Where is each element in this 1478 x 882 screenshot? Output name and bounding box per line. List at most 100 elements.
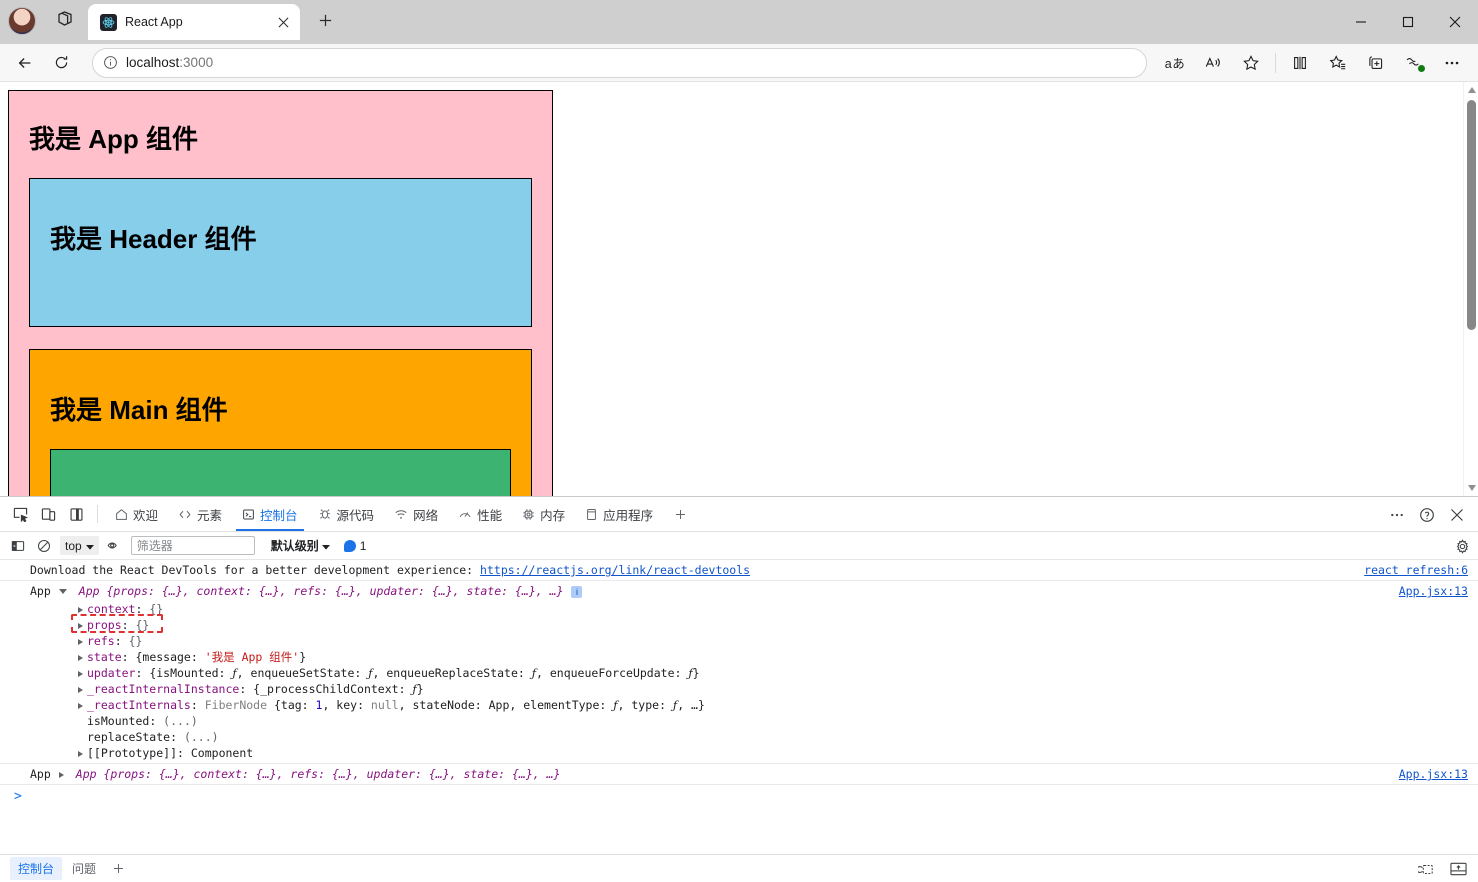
app-component-title: 我是 App 组件 (29, 119, 532, 156)
tab-console-label: 控制台 (260, 505, 298, 524)
scroll-up-arrow-icon[interactable] (1464, 82, 1478, 98)
tab-console[interactable]: 控制台 (232, 497, 308, 531)
tabbar-divider (97, 505, 98, 523)
scrollbar-thumb[interactable] (1467, 100, 1476, 330)
add-drawer-tab-icon[interactable] (106, 858, 130, 880)
property-row-context[interactable]: context: {} (30, 601, 1470, 617)
tab-network[interactable]: 网络 (384, 497, 448, 531)
property-row-react-internal-instance[interactable]: _reactInternalInstance: {_processChildCo… (30, 681, 1470, 697)
reload-icon[interactable] (44, 48, 78, 78)
source-link-app-jsx[interactable]: App.jsx:13 (1399, 766, 1468, 782)
log-label: App (30, 583, 51, 599)
property-row-prototype[interactable]: [[Prototype]]: Component (30, 745, 1470, 761)
drawer-toggle-icon[interactable] (1446, 858, 1470, 880)
tab-welcome[interactable]: 欢迎 (105, 497, 168, 531)
page-scrollbar[interactable] (1463, 82, 1478, 496)
more-options-icon[interactable] (1382, 500, 1412, 530)
application-box-icon (585, 508, 598, 521)
devtools-tabbar-right (1382, 497, 1478, 532)
property-row-updater[interactable]: updater: {isMounted: ƒ, enqueueSetState:… (30, 665, 1470, 681)
console-filter-input[interactable] (131, 536, 255, 555)
tab-application[interactable]: 应用程序 (575, 497, 663, 531)
log-label: App (30, 766, 51, 782)
back-arrow-icon[interactable] (8, 48, 42, 78)
property-value: (...) (163, 714, 198, 728)
expand-arrow-icon (78, 607, 83, 613)
expand-toggle-icon[interactable] (59, 583, 71, 599)
property-string-value: '我是 App 组件' (205, 650, 299, 664)
expand-arrow-icon (78, 655, 83, 661)
console-message-react-devtools[interactable]: Download the React DevTools for a better… (0, 560, 1478, 581)
property-row-is-mounted[interactable]: isMounted: (...) (30, 713, 1470, 729)
devtools-panel: 欢迎 元素 控制台 (0, 496, 1478, 882)
log-group-header[interactable]: App App {props: {…}, context: {…}, refs:… (30, 766, 1470, 782)
favorite-star-icon[interactable] (1233, 48, 1269, 78)
property-row-state[interactable]: state: {message: '我是 App 组件'} (30, 649, 1470, 665)
drawer-tab-console[interactable]: 控制台 (10, 857, 62, 880)
browser-tab[interactable]: React App (88, 4, 300, 40)
drawer-tab-issues[interactable]: 问题 (64, 857, 104, 880)
browser-essentials-icon[interactable] (1358, 48, 1394, 78)
execution-context-value: top (65, 539, 82, 553)
address-bar[interactable]: localhost:3000 (92, 48, 1147, 78)
tab-elements[interactable]: 元素 (168, 497, 232, 531)
property-key: context (87, 602, 135, 616)
issues-badge[interactable]: 1 (344, 539, 367, 553)
read-aloud-language-icon[interactable]: aあ (1157, 48, 1193, 78)
property-row-react-internals[interactable]: _reactInternals: FiberNode {tag: 1, key:… (30, 697, 1470, 713)
read-aloud-icon[interactable] (1195, 48, 1231, 78)
console-log-app-collapsed[interactable]: App App {props: {…}, context: {…}, refs:… (0, 764, 1478, 785)
console-prompt[interactable]: > (0, 785, 1478, 808)
react-devtools-link[interactable]: https://reactjs.org/link/react-devtools (480, 563, 750, 577)
devtools-tabbar: 欢迎 元素 控制台 (0, 497, 1478, 532)
collections-icon[interactable] (1320, 48, 1356, 78)
log-group-header[interactable]: App App {props: {…}, context: {…}, refs:… (30, 583, 1470, 599)
minimize-icon[interactable] (1337, 0, 1384, 44)
settings-gear-icon[interactable] (1452, 536, 1472, 556)
device-toolbar-icon[interactable] (34, 500, 62, 528)
inspect-element-icon[interactable] (6, 500, 34, 528)
tab-memory[interactable]: 内存 (512, 497, 575, 531)
expand-toggle-icon[interactable] (59, 766, 68, 782)
avatar[interactable] (8, 7, 36, 35)
expand-arrow-icon (78, 751, 83, 757)
console-log-app-expanded[interactable]: App App {props: {…}, context: {…}, refs:… (0, 581, 1478, 764)
property-row-props[interactable]: props: {} (30, 617, 1470, 633)
close-tab-icon[interactable] (272, 11, 294, 33)
log-level-select[interactable]: 默认级别 (271, 537, 330, 554)
site-info-icon[interactable] (103, 55, 118, 70)
browser-toolbar: localhost:3000 aあ (0, 44, 1478, 82)
tab-performance[interactable]: 性能 (448, 497, 512, 531)
shield-protection-icon[interactable] (1396, 48, 1432, 78)
close-icon[interactable] (1431, 0, 1478, 44)
tab-memory-label: 内存 (540, 505, 565, 524)
settings-more-icon[interactable] (1434, 48, 1470, 78)
property-value: {} (149, 602, 163, 616)
scroll-down-arrow-icon[interactable] (1464, 480, 1478, 496)
source-link-app-jsx[interactable]: App.jsx:13 (1399, 583, 1468, 599)
property-key: refs (87, 634, 115, 648)
tab-sources[interactable]: 源代码 (308, 497, 385, 531)
property-key: _reactInternalInstance (87, 682, 239, 696)
add-panel-icon[interactable] (667, 501, 693, 527)
clear-console-icon[interactable] (34, 536, 54, 556)
execution-context-select[interactable]: top (60, 536, 99, 555)
help-question-icon[interactable] (1412, 500, 1442, 530)
console-output[interactable]: Download the React DevTools for a better… (0, 560, 1478, 854)
console-sidebar-icon[interactable] (8, 536, 28, 556)
page-content: 我是 App 组件 我是 Header 组件 我是 Main 组件 我是 Ban… (0, 82, 1463, 496)
split-screen-icon[interactable] (1282, 48, 1318, 78)
network-conditions-icon[interactable] (1414, 858, 1438, 880)
source-link-react-refresh[interactable]: react refresh:6 (1364, 562, 1468, 578)
property-row-replace-state[interactable]: replaceState: (...) (30, 729, 1470, 745)
tab-application-label: 应用程序 (603, 505, 653, 524)
new-tab-button[interactable] (310, 6, 340, 36)
tab-actions-icon[interactable] (48, 3, 82, 35)
header-component: 我是 Header 组件 (29, 178, 532, 327)
maximize-icon[interactable] (1384, 0, 1431, 44)
close-devtools-icon[interactable] (1442, 500, 1472, 530)
live-expression-icon[interactable] (105, 536, 125, 556)
info-badge[interactable]: i (571, 586, 582, 598)
dock-side-icon[interactable] (62, 500, 90, 528)
property-row-refs[interactable]: refs: {} (30, 633, 1470, 649)
